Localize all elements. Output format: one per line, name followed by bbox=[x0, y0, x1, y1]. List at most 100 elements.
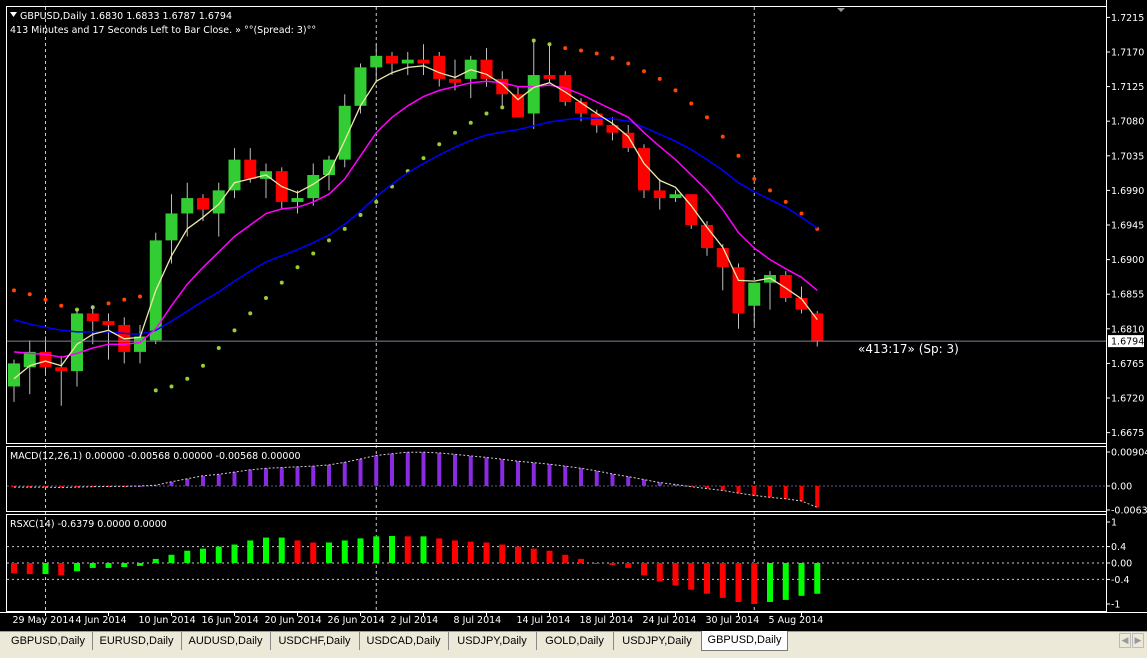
candle-body bbox=[212, 190, 225, 214]
sar-dot bbox=[169, 384, 174, 389]
sar-dot bbox=[799, 211, 804, 216]
sar-dot bbox=[216, 346, 221, 351]
tab-scroll-right-icon[interactable]: ▶ bbox=[1132, 633, 1144, 648]
tab-usdcad-daily[interactable]: USDCAD,Daily bbox=[359, 632, 449, 650]
sar-dot bbox=[279, 280, 284, 285]
price-tick-label: 1.7170 bbox=[1111, 47, 1144, 58]
candle-body bbox=[748, 282, 761, 306]
sar-dot bbox=[232, 328, 237, 333]
sar-dot bbox=[27, 292, 32, 297]
macd-bar bbox=[437, 452, 442, 486]
macd-bar bbox=[642, 479, 646, 486]
time-tick-label: 30 Jul 2014 bbox=[706, 615, 760, 626]
macd-bar bbox=[752, 485, 757, 496]
candle-body bbox=[685, 194, 698, 225]
macd-bar bbox=[484, 457, 489, 486]
price-tick-label: 1.6945 bbox=[1111, 221, 1144, 232]
tab-eurusd-daily[interactable]: EURUSD,Daily bbox=[92, 632, 182, 650]
candle-body bbox=[811, 313, 824, 342]
tab-audusd-daily[interactable]: AUDUSD,Daily bbox=[181, 632, 271, 650]
tab-usdjpy-daily[interactable]: USDJPY,Daily bbox=[613, 632, 702, 650]
price-tick-label: 1.6855 bbox=[1111, 290, 1144, 301]
sar-dot bbox=[736, 153, 741, 158]
rsx-bar bbox=[767, 563, 773, 602]
rsx-bar bbox=[278, 537, 285, 563]
macd-bar bbox=[201, 475, 205, 486]
macd-bar bbox=[768, 485, 772, 498]
price-tick-label: 1.6675 bbox=[1111, 428, 1144, 439]
sar-dot bbox=[138, 294, 142, 299]
time-tick-label: 2 Jul 2014 bbox=[391, 615, 439, 626]
sar-dot bbox=[295, 265, 300, 270]
price-tick-label: 1.7035 bbox=[1111, 151, 1144, 162]
time-tick-label: 14 Jul 2014 bbox=[517, 615, 571, 626]
tab-scroll-left-icon[interactable]: ◀ bbox=[1119, 633, 1131, 648]
rsx-bar bbox=[137, 563, 143, 566]
time-tick-label: 5 Aug 2014 bbox=[769, 615, 824, 626]
macd-bar bbox=[563, 466, 568, 486]
macd-bar bbox=[815, 485, 820, 508]
macd-bar bbox=[185, 478, 190, 486]
rsx-bar bbox=[231, 544, 238, 563]
rsx-bar bbox=[562, 554, 569, 563]
macd-tick-label: -0.00639 bbox=[1111, 506, 1147, 517]
sar-dot bbox=[689, 101, 694, 106]
rsx-bar bbox=[74, 563, 80, 572]
sar-dot bbox=[106, 301, 111, 306]
candle-body bbox=[669, 194, 682, 199]
candle-body bbox=[181, 198, 194, 214]
tab-usdchf-daily[interactable]: USDCHF,Daily bbox=[270, 632, 360, 650]
sar-dot bbox=[374, 199, 379, 204]
macd-bar bbox=[327, 464, 331, 486]
candle-body bbox=[165, 213, 178, 241]
macd-bar bbox=[500, 459, 505, 486]
price-tick-label: 1.7080 bbox=[1111, 117, 1144, 128]
macd-bar bbox=[311, 466, 316, 486]
candle-body bbox=[575, 101, 587, 114]
candle-body bbox=[622, 132, 635, 149]
macd-bar bbox=[799, 485, 804, 502]
sar-dot bbox=[201, 363, 205, 368]
rsx-bar bbox=[89, 563, 96, 568]
rsx-bar bbox=[499, 544, 506, 563]
macd-bar bbox=[547, 464, 552, 486]
candle-body bbox=[638, 148, 650, 191]
sar-dot bbox=[705, 115, 709, 120]
sar-dot bbox=[720, 134, 725, 139]
rsx-bar bbox=[467, 541, 474, 563]
rsx-bar bbox=[152, 558, 159, 563]
macd-bar bbox=[531, 462, 536, 486]
sar-dot bbox=[752, 176, 757, 181]
tab-gold-daily[interactable]: GOLD,Daily bbox=[536, 632, 614, 650]
candle-body bbox=[480, 59, 493, 79]
sar-dot bbox=[12, 288, 16, 293]
trading-chart[interactable]: GBPUSD,Daily 1.6830 1.6833 1.6787 1.6794… bbox=[0, 0, 1147, 631]
timer-label: «413:17» (Sp: 3) bbox=[858, 342, 959, 356]
rsx-bar bbox=[483, 542, 490, 563]
candle-body bbox=[401, 59, 414, 64]
candle-body bbox=[449, 78, 461, 83]
sar-dot bbox=[453, 130, 457, 135]
macd-bar bbox=[626, 476, 631, 486]
current-price-badge: 1.6794 bbox=[1108, 335, 1144, 348]
tab-gbpusd-daily[interactable]: GBPUSD,Daily bbox=[701, 631, 788, 651]
candle-body bbox=[417, 59, 430, 64]
tab-gbpusd-daily[interactable]: GBPUSD,Daily bbox=[4, 632, 93, 650]
time-tick-label: 4 Jun 2014 bbox=[76, 615, 127, 626]
rsx-bar bbox=[452, 540, 458, 563]
rsx-bar bbox=[719, 563, 726, 598]
rsx-bar bbox=[263, 537, 269, 563]
rsx-bar bbox=[404, 536, 411, 563]
price-tick-label: 1.7215 bbox=[1111, 13, 1144, 24]
rsx-tick-label: -1 bbox=[1111, 600, 1120, 611]
rsx-bar bbox=[294, 540, 301, 563]
rsx-label: RSXC(14) -0.6379 0.0000 0.0000 bbox=[10, 519, 167, 530]
rsx-bar bbox=[105, 563, 112, 568]
tab-usdjpy-daily[interactable]: USDJPY,Daily bbox=[448, 632, 537, 650]
rsx-tick-label: -0.4 bbox=[1111, 575, 1130, 586]
macd-bar bbox=[720, 485, 725, 491]
rsx-bar bbox=[641, 563, 647, 576]
candle-body bbox=[291, 198, 304, 202]
macd-bar bbox=[736, 485, 741, 494]
sar-dot bbox=[122, 297, 127, 302]
